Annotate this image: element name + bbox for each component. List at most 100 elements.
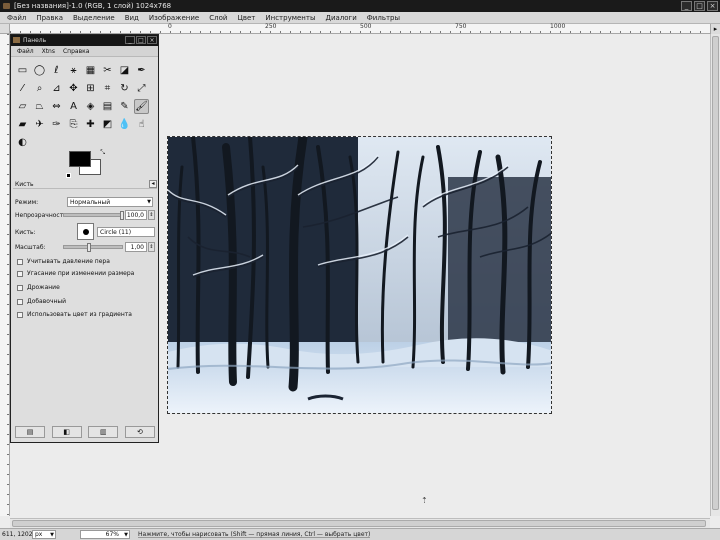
vertical-scrollbar[interactable] (710, 34, 720, 516)
menu-image[interactable]: Изображение (144, 12, 204, 23)
jitter-checkbox[interactable] (17, 285, 23, 291)
menu-tools[interactable]: Инструменты (260, 12, 320, 23)
foreground-select-icon[interactable]: ◪ (117, 63, 132, 78)
pencil-icon[interactable]: ✎ (117, 99, 132, 114)
scale-slider-knob[interactable] (87, 243, 91, 252)
scale-row: Масштаб: 1,00 ⇕ (15, 242, 155, 253)
scissors-icon[interactable]: ✂ (100, 63, 115, 78)
tool-options-menu-button[interactable]: ◂ (149, 180, 157, 188)
clone-icon[interactable]: ⎘ (66, 117, 81, 132)
navigate-icon[interactable]: ▸ (710, 24, 720, 34)
scale-icon[interactable]: ⤢ (134, 81, 149, 96)
menu-select[interactable]: Выделение (68, 12, 120, 23)
fuzzy-select-icon[interactable]: ⚹ (66, 63, 81, 78)
menu-filters[interactable]: Фильтры (362, 12, 405, 23)
pressure-label: Учитывать давление пера (27, 258, 110, 265)
vertical-ruler[interactable] (0, 34, 10, 516)
horizontal-scroll-thumb[interactable] (12, 520, 706, 527)
menu-file[interactable]: Файл (2, 12, 31, 23)
bucket-fill-icon[interactable]: ◈ (83, 99, 98, 114)
incremental-checkbox[interactable] (17, 299, 23, 305)
save-options-button[interactable]: ▤ (15, 426, 45, 438)
jitter-checkbox-row[interactable]: Дрожание (17, 283, 157, 293)
blur-icon[interactable]: 💧 (117, 117, 132, 132)
crop-icon[interactable]: ⌗ (100, 81, 115, 96)
color-select-icon[interactable]: ▦ (83, 63, 98, 78)
smudge-icon[interactable]: ☝ (134, 117, 149, 132)
paths-icon[interactable]: ✒ (134, 63, 149, 78)
opacity-slider[interactable] (63, 211, 124, 220)
color-picker-icon[interactable]: ⁄ (15, 81, 30, 96)
zoom-select[interactable]: 67% ▼ (80, 530, 130, 539)
toolbox-title: Панель (23, 37, 47, 44)
measure-icon[interactable]: ⊿ (49, 81, 64, 96)
foreground-color-swatch[interactable] (69, 151, 91, 167)
ink-icon[interactable]: ✑ (49, 117, 64, 132)
text-icon[interactable]: A (66, 99, 81, 114)
toolbox-minimize-button[interactable]: _ (125, 36, 135, 44)
align-icon[interactable]: ⊞ (83, 81, 98, 96)
menu-colors[interactable]: Цвет (232, 12, 260, 23)
fade-checkbox-row[interactable]: Угасание при изменении размера (17, 269, 157, 279)
scale-slider[interactable] (63, 243, 123, 252)
ruler-corner[interactable] (0, 24, 10, 34)
menu-layer[interactable]: Слой (204, 12, 232, 23)
toolbox-menu-help[interactable]: Справка (59, 46, 93, 56)
rect-select-icon[interactable]: ▭ (15, 63, 30, 78)
unit-select[interactable]: px ▼ (32, 530, 56, 539)
scale-spinbox[interactable]: 1,00 (125, 242, 147, 252)
delete-options-button[interactable]: ▥ (88, 426, 119, 438)
gradient-checkbox-row[interactable]: Использовать цвет из градиента (17, 310, 157, 320)
eraser-icon[interactable]: ▰ (15, 117, 30, 132)
toolbox-close-button[interactable]: × (147, 36, 157, 44)
reset-options-button[interactable]: ⟲ (124, 426, 155, 438)
menu-view[interactable]: Вид (120, 12, 144, 23)
fade-checkbox[interactable] (17, 271, 23, 277)
perspective-clone-icon[interactable]: ◩ (100, 117, 115, 132)
incremental-checkbox-row[interactable]: Добавочный (17, 297, 157, 307)
toolbox-maximize-button[interactable]: □ (136, 36, 146, 44)
perspective-icon[interactable]: ⏢ (32, 99, 47, 114)
brush-preview[interactable] (77, 223, 94, 240)
opacity-spinbox[interactable]: 100,0 (125, 210, 147, 220)
opacity-label: Непрозрачность: (15, 212, 69, 219)
menu-edit[interactable]: Правка (31, 12, 68, 23)
opacity-spin-buttons[interactable]: ⇕ (148, 210, 155, 220)
swap-colors-icon[interactable]: ⤡ (100, 149, 105, 157)
rotate-icon[interactable]: ↻ (117, 81, 132, 96)
tool-options-header: Кисть ◂ (13, 180, 157, 189)
dodge-burn-icon[interactable]: ◐ (15, 135, 30, 150)
mode-select[interactable]: Нормальный ▼ (67, 197, 153, 207)
vertical-scroll-thumb[interactable] (712, 36, 719, 510)
canvas-image[interactable] (167, 136, 552, 414)
maximize-button[interactable]: □ (694, 1, 705, 11)
gradient-checkbox[interactable] (17, 312, 23, 318)
zoom-value: 67% (105, 531, 119, 538)
shear-icon[interactable]: ▱ (15, 99, 30, 114)
free-select-icon[interactable]: ℓ (49, 63, 64, 78)
restore-options-button[interactable]: ◧ (51, 426, 82, 438)
opacity-slider-knob[interactable] (120, 211, 124, 220)
default-colors-icon[interactable] (66, 173, 71, 178)
blend-icon[interactable]: ▤ (100, 99, 115, 114)
horizontal-ruler[interactable]: 0 250 500 750 1000 (10, 23, 710, 34)
toolbox-menu-xtns[interactable]: Xtns (38, 46, 59, 56)
flip-icon[interactable]: ⇔ (49, 99, 64, 114)
zoom-icon[interactable]: ⌕ (32, 81, 47, 96)
ellipse-select-icon[interactable]: ◯ (32, 63, 47, 78)
menu-dialogs[interactable]: Диалоги (320, 12, 361, 23)
horizontal-scrollbar[interactable] (10, 518, 710, 528)
move-icon[interactable]: ✥ (66, 81, 81, 96)
paintbrush-icon[interactable]: 🖌 (134, 99, 149, 114)
scale-spin-buttons[interactable]: ⇕ (148, 242, 155, 252)
pressure-checkbox-row[interactable]: Учитывать давление пера (17, 257, 157, 267)
toolbox-menu-file[interactable]: Файл (13, 46, 38, 56)
minimize-button[interactable]: _ (681, 1, 692, 11)
scale-label: Масштаб: (15, 244, 46, 251)
close-button[interactable]: × (707, 1, 718, 11)
pressure-checkbox[interactable] (17, 259, 23, 265)
status-bar: 611, 1202 px ▼ 67% ▼ Нажмите, чтобы нарисо… (0, 528, 720, 540)
heal-icon[interactable]: ✚ (83, 117, 98, 132)
airbrush-icon[interactable]: ✈ (32, 117, 47, 132)
toolbox-title-bar[interactable]: Панель _ □ × (11, 35, 158, 46)
